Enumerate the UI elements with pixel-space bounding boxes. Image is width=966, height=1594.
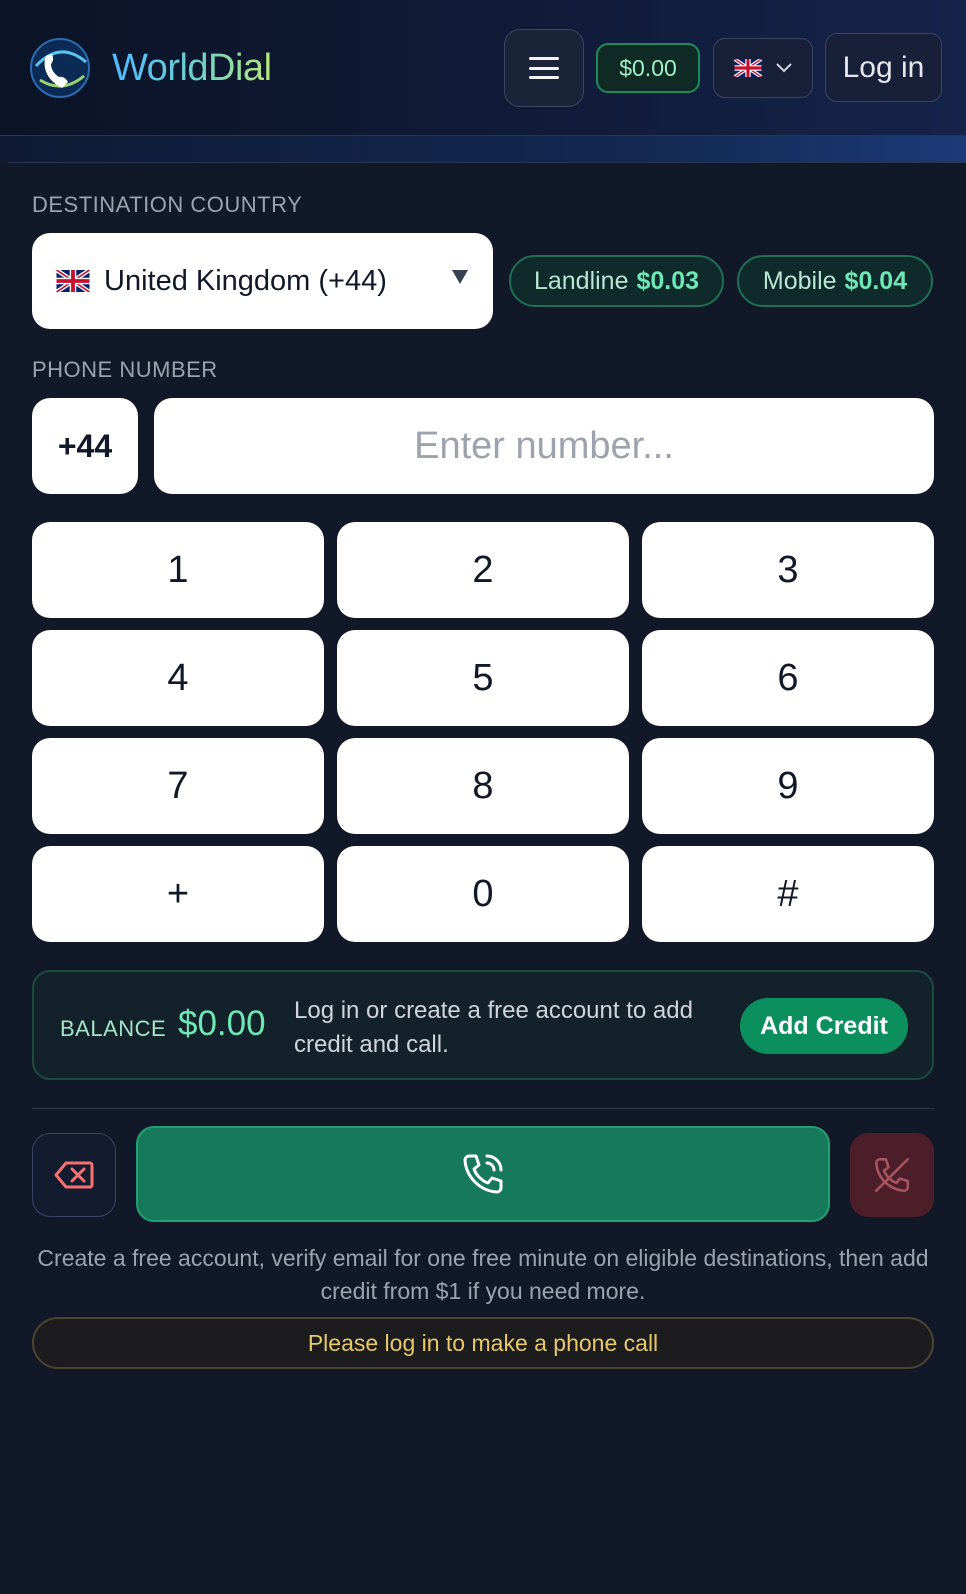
phone-off-icon (874, 1157, 910, 1193)
keypad-key-4[interactable]: 4 (32, 630, 324, 726)
phone-number-input[interactable] (154, 398, 934, 494)
keypad-key-8[interactable]: 8 (337, 738, 629, 834)
hamburger-menu-icon (529, 57, 559, 79)
balance-value: $0.00 (178, 1004, 266, 1043)
backspace-button[interactable] (32, 1133, 116, 1217)
menu-button[interactable] (504, 29, 584, 107)
balance-label: BALANCE (60, 1016, 167, 1041)
country-select-value: United Kingdom (+44) (104, 264, 387, 297)
hangup-button[interactable] (850, 1133, 934, 1217)
landline-rate-badge: Landline $0.03 (509, 255, 724, 307)
rate-price: $0.04 (844, 266, 908, 295)
balance-panel: BALANCE $0.00 Log in or create a free ac… (32, 970, 934, 1080)
keypad-key-1[interactable]: 1 (32, 522, 324, 618)
add-credit-button[interactable]: Add Credit (740, 998, 908, 1054)
keypad-key-3[interactable]: 3 (642, 522, 934, 618)
country-code-prefix: +44 (32, 398, 138, 494)
country-select[interactable]: United Kingdom (+44) (32, 233, 493, 329)
free-minute-info: Create a free account, verify email for … (37, 1245, 929, 1304)
rate-label: Mobile (762, 266, 837, 295)
header-accent-band (0, 136, 966, 162)
balance-message: Log in or create a free account to add c… (294, 997, 693, 1058)
globe-phone-icon (30, 38, 90, 98)
backspace-icon (54, 1161, 94, 1189)
keypad-key-7[interactable]: 7 (32, 738, 324, 834)
header-balance-badge[interactable]: $0.00 (596, 43, 700, 93)
brand-name: WorldDial (112, 46, 272, 89)
rate-label: Landline (533, 266, 629, 295)
brand-logo[interactable]: WorldDial (28, 36, 272, 100)
section-divider (32, 1108, 934, 1109)
keypad-key-2[interactable]: 2 (337, 522, 629, 618)
uk-flag-icon (734, 59, 762, 77)
phone-number-label: PHONE NUMBER (32, 357, 218, 382)
chevron-down-icon (776, 63, 792, 73)
keypad-key-hash[interactable]: # (642, 846, 934, 942)
login-warning-banner: Please log in to make a phone call (32, 1317, 934, 1369)
phone-call-icon (463, 1154, 503, 1194)
login-button[interactable]: Log in (825, 33, 942, 102)
keypad-key-5[interactable]: 5 (337, 630, 629, 726)
mobile-rate-badge: Mobile $0.04 (737, 255, 933, 307)
call-button[interactable] (136, 1126, 830, 1222)
keypad-key-6[interactable]: 6 (642, 630, 934, 726)
uk-flag-icon (56, 270, 90, 292)
app-header: WorldDial $0.00 Log in (0, 0, 966, 136)
keypad-key-9[interactable]: 9 (642, 738, 934, 834)
rate-price: $0.03 (636, 266, 700, 295)
destination-country-label: DESTINATION COUNTRY (32, 192, 303, 217)
dropdown-caret-icon (452, 270, 468, 284)
keypad-key-0[interactable]: 0 (337, 846, 629, 942)
language-selector[interactable] (713, 38, 813, 98)
keypad-key-plus[interactable]: + (32, 846, 324, 942)
